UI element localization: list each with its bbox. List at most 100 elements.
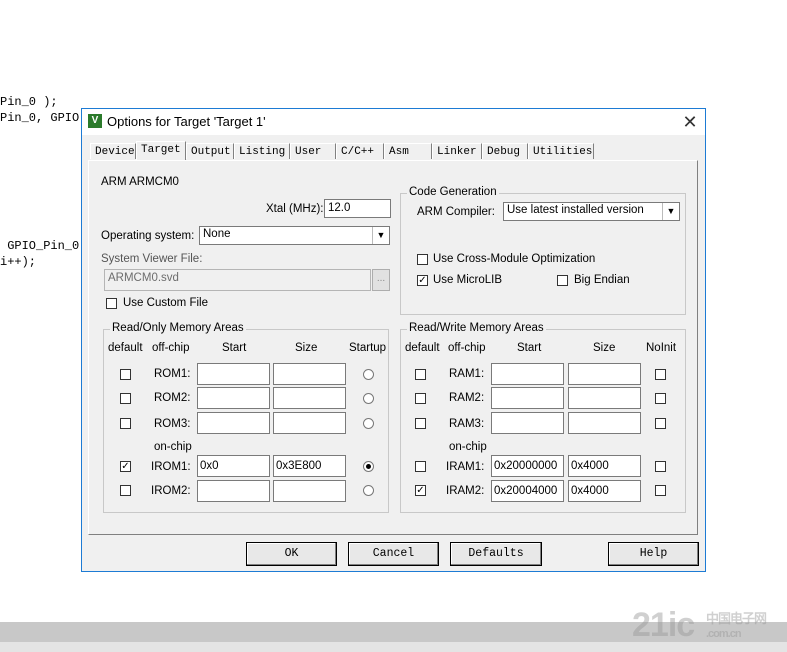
- tab-asm[interactable]: Asm: [384, 143, 432, 159]
- ram-onchip-label: on-chip: [449, 441, 487, 453]
- custom-file-checkbox[interactable]: [106, 298, 117, 309]
- ram3-label: RAM3:: [449, 418, 485, 430]
- chevron-down-icon[interactable]: ▼: [372, 227, 389, 244]
- ram3-size-input[interactable]: [568, 412, 641, 434]
- rom-group: Read/Only Memory Areas default off-chip …: [103, 322, 389, 513]
- ram3-default-checkbox[interactable]: [415, 418, 426, 429]
- code-generation-legend: Code Generation: [407, 186, 499, 198]
- rom2-start-input[interactable]: [197, 387, 270, 409]
- defaults-button[interactable]: Defaults: [450, 542, 542, 566]
- iram1-start-input[interactable]: 0x20000000: [491, 455, 564, 477]
- watermark-sub: .com.cn: [706, 628, 742, 640]
- cross-module-checkbox[interactable]: [417, 254, 428, 265]
- ram-header-noinit: NoInit: [646, 342, 677, 354]
- code-line: Pin_0, GPIO: [0, 111, 80, 125]
- ram-header-start: Start: [517, 342, 542, 354]
- rom-header-start: Start: [222, 342, 247, 354]
- rom-legend: Read/Only Memory Areas: [110, 322, 246, 334]
- device-name: ARM ARMCM0: [101, 176, 179, 188]
- irom2-label: IROM2:: [151, 485, 191, 497]
- ok-button[interactable]: OK: [246, 542, 337, 566]
- os-select[interactable]: None ▼: [199, 226, 390, 245]
- cancel-button[interactable]: Cancel: [348, 542, 439, 566]
- ram3-start-input[interactable]: [491, 412, 564, 434]
- compiler-select-value: Use latest installed version: [507, 204, 644, 216]
- tab-utilities[interactable]: Utilities: [528, 143, 594, 159]
- rom2-default-checkbox[interactable]: [120, 393, 131, 404]
- ram1-noinit-checkbox[interactable]: [655, 369, 666, 380]
- ram2-size-input[interactable]: [568, 387, 641, 409]
- ram2-start-input[interactable]: [491, 387, 564, 409]
- iram1-default-checkbox[interactable]: [415, 461, 426, 472]
- xtal-input[interactable]: 12.0: [324, 199, 391, 218]
- rom3-size-input[interactable]: [273, 412, 346, 434]
- cross-module-label: Use Cross-Module Optimization: [433, 253, 596, 265]
- close-icon[interactable]: ✕: [680, 112, 700, 132]
- tab-linker[interactable]: Linker: [432, 143, 482, 159]
- ram2-label: RAM2:: [449, 392, 485, 404]
- ram1-size-input[interactable]: [568, 363, 641, 385]
- custom-file-label: Use Custom File: [123, 297, 208, 309]
- iram2-size-input[interactable]: 0x4000: [568, 480, 641, 502]
- irom2-startup-radio[interactable]: [363, 485, 374, 496]
- rom3-default-checkbox[interactable]: [120, 418, 131, 429]
- rom3-startup-radio[interactable]: [363, 418, 374, 429]
- help-button[interactable]: Help: [608, 542, 699, 566]
- ram2-noinit-checkbox[interactable]: [655, 393, 666, 404]
- dialog-title: Options for Target 'Target 1': [107, 114, 266, 129]
- tab-debug[interactable]: Debug: [482, 143, 528, 159]
- ram2-default-checkbox[interactable]: [415, 393, 426, 404]
- options-dialog: V Options for Target 'Target 1' ✕ Device…: [81, 108, 706, 572]
- irom1-default-checkbox[interactable]: ✓: [120, 461, 131, 472]
- irom2-size-input[interactable]: [273, 480, 346, 502]
- title-bar: V Options for Target 'Target 1' ✕: [82, 109, 705, 135]
- code-line: Pin_0 );: [0, 95, 58, 109]
- rom1-label: ROM1:: [154, 368, 191, 380]
- iram1-noinit-checkbox[interactable]: [655, 461, 666, 472]
- rom1-size-input[interactable]: [273, 363, 346, 385]
- irom2-start-input[interactable]: [197, 480, 270, 502]
- rom1-startup-radio[interactable]: [363, 369, 374, 380]
- ram1-start-input[interactable]: [491, 363, 564, 385]
- rom1-default-checkbox[interactable]: [120, 369, 131, 380]
- irom2-default-checkbox[interactable]: [120, 485, 131, 496]
- browse-button[interactable]: ...: [372, 269, 390, 291]
- iram2-label: IRAM2:: [446, 485, 485, 497]
- iram2-start-input[interactable]: 0x20004000: [491, 480, 564, 502]
- ram-header-size: Size: [593, 342, 616, 354]
- tab-output[interactable]: Output: [186, 143, 234, 159]
- rom-header-offchip: off-chip: [152, 342, 190, 354]
- xtal-label: Xtal (MHz):: [266, 203, 324, 215]
- rom2-startup-radio[interactable]: [363, 393, 374, 404]
- code-line: GPIO_Pin_0: [0, 239, 80, 253]
- code-line: i++);: [0, 255, 37, 269]
- tab-listing[interactable]: Listing: [234, 143, 290, 159]
- compiler-select[interactable]: Use latest installed version ▼: [503, 202, 680, 221]
- iram1-label: IRAM1:: [446, 461, 485, 473]
- tab-cpp[interactable]: C/C++: [336, 143, 384, 159]
- iram2-noinit-checkbox[interactable]: [655, 485, 666, 496]
- ram3-noinit-checkbox[interactable]: [655, 418, 666, 429]
- ram1-label: RAM1:: [449, 368, 485, 380]
- microlib-checkbox[interactable]: ✓: [417, 275, 428, 286]
- microlib-label: Use MicroLIB: [433, 274, 503, 286]
- rom1-start-input[interactable]: [197, 363, 270, 385]
- chevron-down-icon[interactable]: ▼: [662, 203, 679, 220]
- tab-device[interactable]: Device: [90, 143, 136, 159]
- iram2-default-checkbox[interactable]: ✓: [415, 485, 426, 496]
- tab-target[interactable]: Target: [136, 141, 186, 161]
- irom1-startup-radio[interactable]: [363, 461, 374, 472]
- rom-header-startup: Startup: [349, 342, 387, 354]
- rom3-start-input[interactable]: [197, 412, 270, 434]
- ram1-default-checkbox[interactable]: [415, 369, 426, 380]
- svf-input[interactable]: ARMCM0.svd: [104, 269, 371, 291]
- big-endian-checkbox[interactable]: [557, 275, 568, 286]
- keil-app-icon: V: [88, 114, 102, 128]
- rom2-size-input[interactable]: [273, 387, 346, 409]
- tab-user[interactable]: User: [290, 143, 336, 159]
- watermark-small: 中国电子网: [706, 611, 767, 626]
- iram1-size-input[interactable]: 0x4000: [568, 455, 641, 477]
- irom1-size-input[interactable]: 0x3E800: [273, 455, 346, 477]
- irom1-start-input[interactable]: 0x0: [197, 455, 270, 477]
- ram-group: Read/Write Memory Areas default off-chip…: [400, 322, 686, 513]
